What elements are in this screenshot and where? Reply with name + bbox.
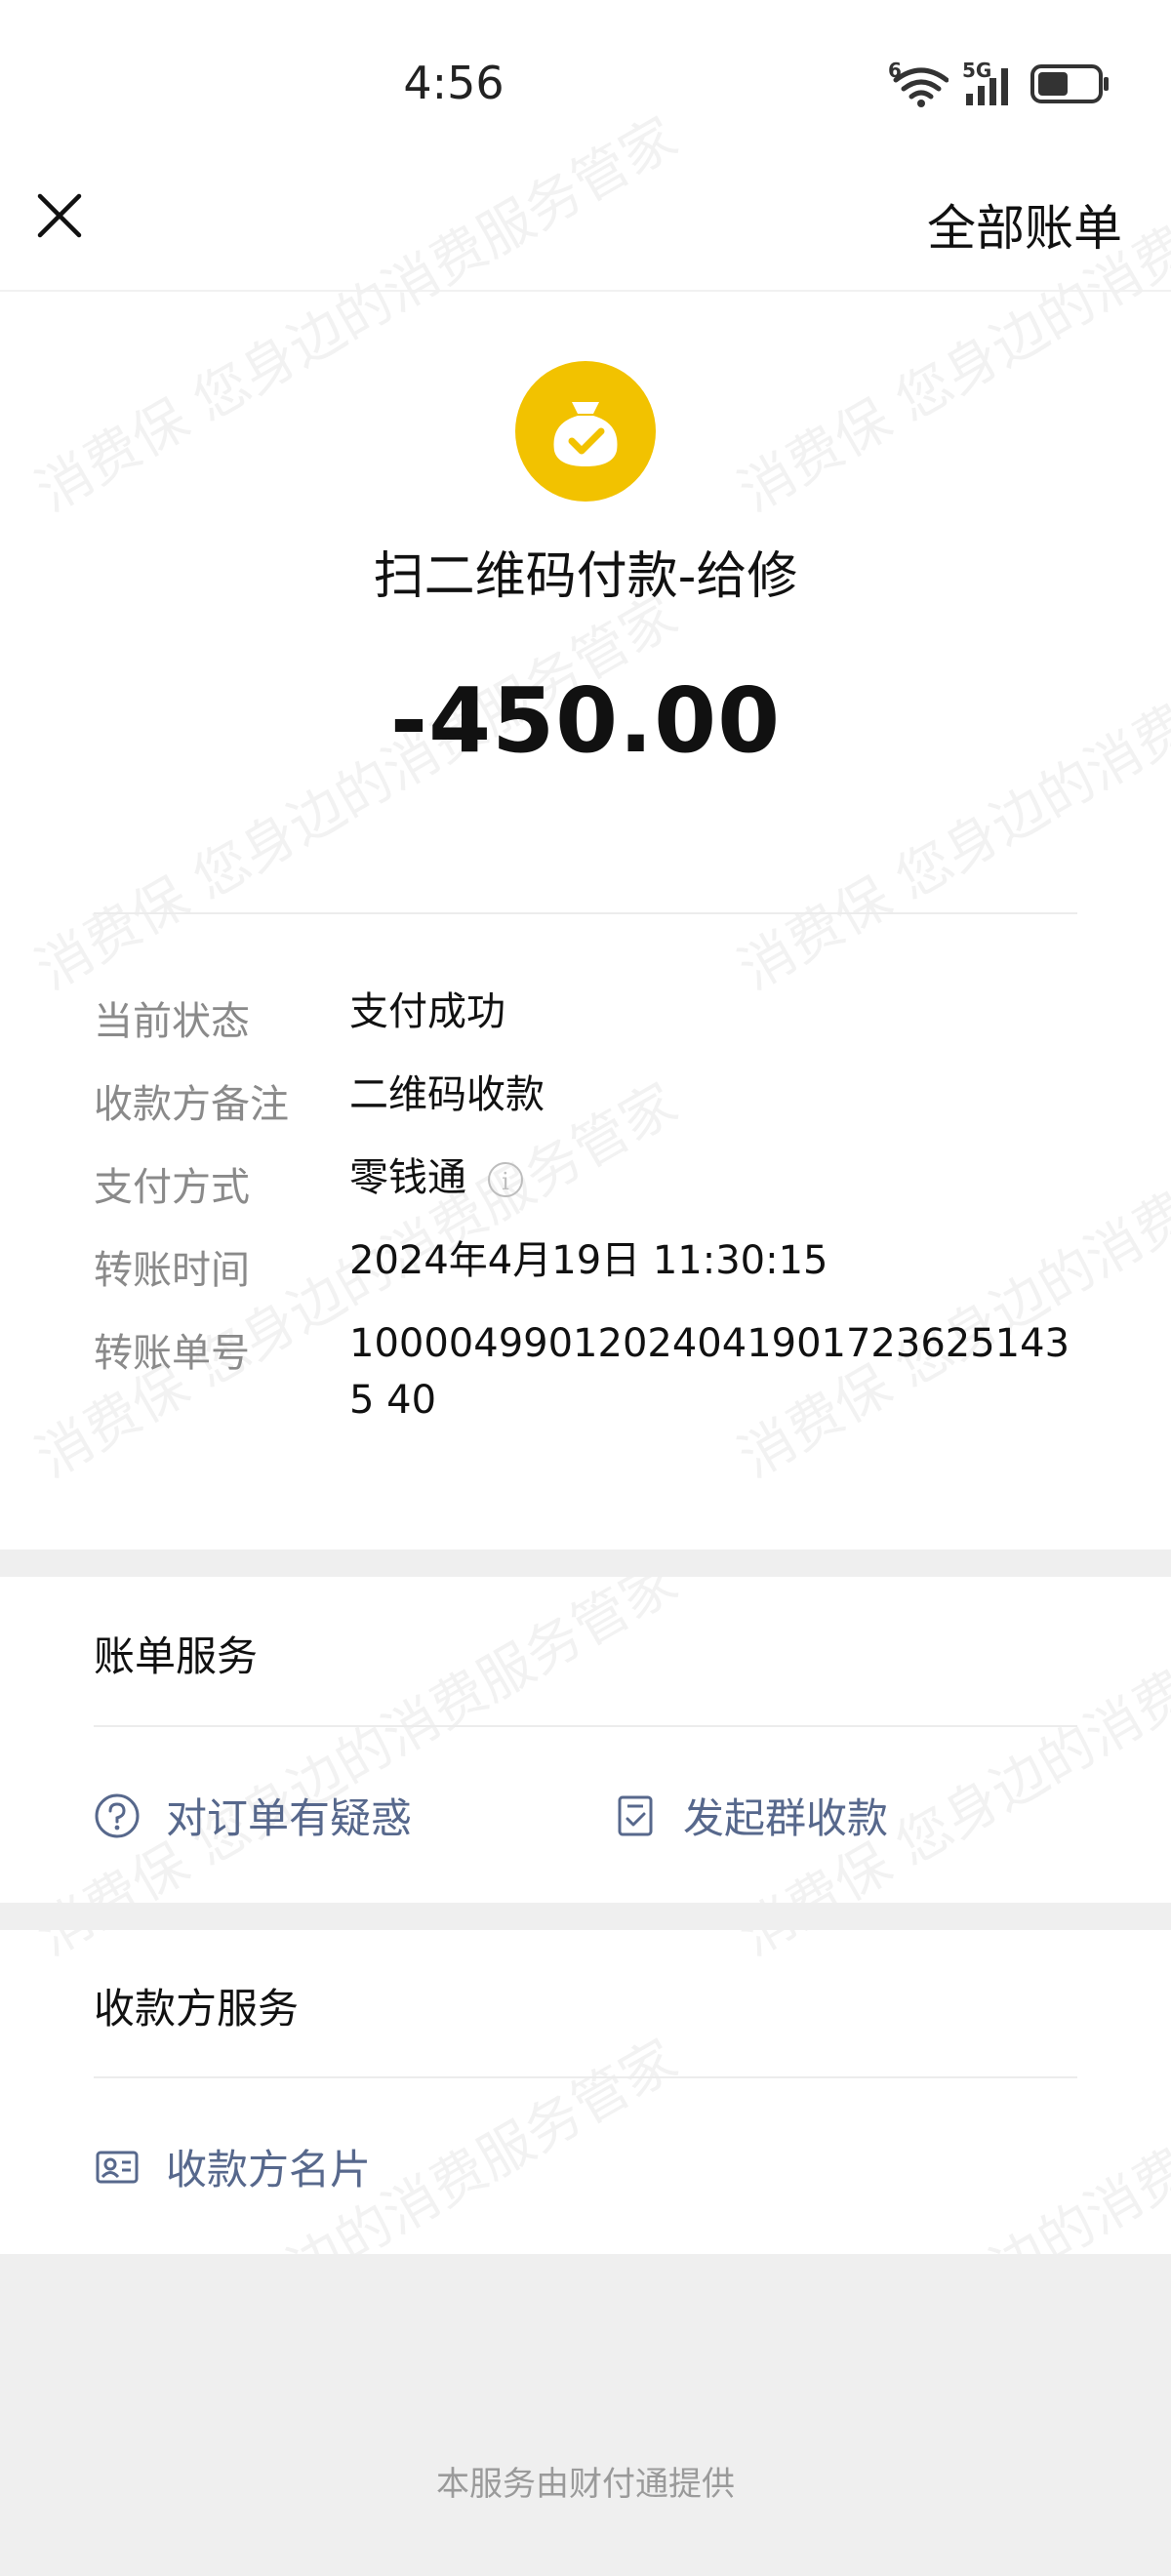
detail-value-status: 支付成功	[349, 989, 505, 1034]
status-time: 4:56	[403, 57, 505, 109]
info-icon[interactable]: i	[488, 1162, 523, 1197]
signal-badge: 5G	[962, 59, 992, 82]
all-bills-link[interactable]: 全部账单	[927, 189, 1122, 260]
footer-area	[0, 2254, 1171, 2576]
wifi-badge: 6	[888, 59, 902, 82]
payee-service-title: 收款方服务	[94, 1985, 300, 2033]
close-icon	[37, 193, 82, 238]
header-divider	[0, 290, 1171, 292]
merchant-icon	[515, 361, 656, 502]
detail-value-method-row: 零钱通 i	[349, 1149, 1076, 1206]
watermark-text: 消费保 您身边的消费服务管家	[728, 105, 1171, 525]
bill-service-title: 账单服务	[94, 1632, 259, 1680]
detail-label-method: 支付方式	[94, 1165, 250, 1210]
section-gap	[0, 1550, 1171, 1577]
group-collect-button[interactable]: 发起群收款	[615, 1786, 888, 1845]
document-check-icon	[618, 1795, 653, 1835]
detail-value-remark: 二维码收款	[349, 1072, 545, 1117]
battery-icon	[1030, 62, 1110, 109]
payee-card-label: 收款方名片	[166, 2146, 372, 2194]
payee-service-divider	[94, 2076, 1077, 2078]
contact-card-icon	[96, 2151, 139, 2183]
group-collect-label: 发起群收款	[683, 1794, 889, 1842]
section-gap	[0, 1903, 1171, 1930]
footer-text: 本服务由财付通提供	[436, 2465, 735, 2504]
detail-label-order-no: 转账单号	[94, 1331, 250, 1376]
watermark-text: 消费保 您身边的消费服务管家	[25, 584, 688, 1003]
detail-label-remark: 收款方备注	[94, 1082, 289, 1127]
payee-card-button[interactable]: 收款方名片	[94, 2137, 371, 2196]
detail-label-status: 当前状态	[94, 999, 250, 1044]
detail-value-method: 零钱通	[349, 1155, 466, 1200]
question-circle-icon	[95, 1793, 140, 1837]
watermark-text: 消费保 您身边的消费服务管家	[728, 584, 1171, 1003]
bill-service-divider	[94, 1725, 1077, 1727]
detail-label-time: 转账时间	[94, 1248, 250, 1293]
close-button[interactable]	[35, 191, 84, 240]
wifi-icon: 6	[888, 59, 949, 107]
cellular-signal-icon: 5G	[962, 59, 1017, 107]
status-icons: 6 5G	[888, 59, 1110, 109]
detail-value-time: 2024年4月19日 11:30:15	[349, 1238, 828, 1283]
order-doubt-label: 对订单有疑惑	[166, 1794, 413, 1842]
amount-divider	[94, 912, 1077, 914]
detail-value-order-no: 100004990120240419017236251435 40	[349, 1321, 1070, 1423]
money-bag-check-icon	[553, 402, 618, 466]
merchant-name: 扫二维码付款-给修	[373, 547, 798, 606]
transaction-amount: -450.00	[389, 668, 782, 773]
order-doubt-button[interactable]: 对订单有疑惑	[94, 1786, 412, 1845]
